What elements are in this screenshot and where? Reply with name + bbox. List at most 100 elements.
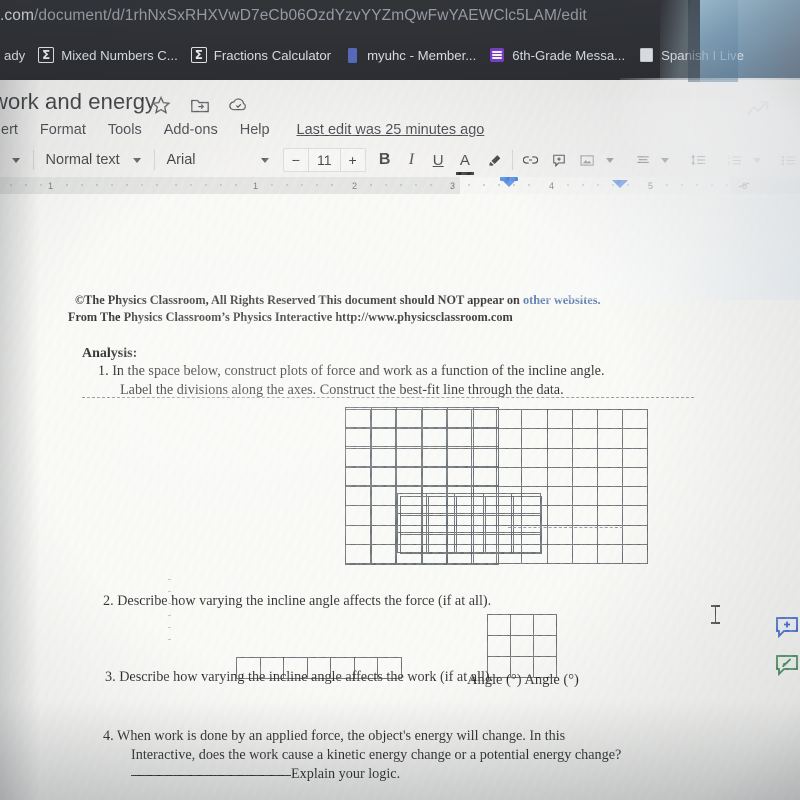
grid-cell[interactable]	[571, 408, 598, 430]
grid-cell[interactable]	[622, 524, 649, 546]
grid-cell[interactable]	[596, 408, 624, 430]
grid-cell[interactable]	[345, 426, 372, 448]
grid-cell[interactable]	[512, 495, 542, 517]
grid-cell[interactable]	[345, 446, 372, 467]
grid-cell[interactable]	[622, 486, 649, 507]
grid-cell[interactable]	[596, 524, 624, 546]
menu-format[interactable]: Format	[29, 120, 97, 140]
grid-cell[interactable]	[456, 495, 486, 517]
grid-cell[interactable]	[546, 408, 573, 430]
grid-cell[interactable]	[521, 408, 548, 430]
grid-cell[interactable]	[622, 447, 649, 468]
grid-cell[interactable]	[370, 544, 397, 565]
grid-cell[interactable]	[345, 485, 372, 506]
grid-cell[interactable]	[399, 515, 430, 536]
numbered-list-icon[interactable]: 12	[723, 146, 746, 174]
grid-cell[interactable]	[396, 465, 423, 487]
grid-cell[interactable]	[484, 534, 514, 555]
grid-cell[interactable]	[596, 447, 624, 468]
grid-cell[interactable]	[370, 426, 397, 448]
grid-cell[interactable]	[512, 515, 542, 536]
grid-cell[interactable]	[370, 465, 397, 487]
grid-cell[interactable]	[571, 524, 598, 546]
font-family-value[interactable]: Arial	[160, 152, 238, 168]
grid-cell[interactable]	[370, 485, 397, 506]
menu-addons[interactable]: Add-ons	[153, 120, 229, 140]
bold-button[interactable]: B	[374, 146, 396, 174]
bookmark-item[interactable]: Σ Mixed Numbers C...	[34, 42, 187, 68]
grid-cell[interactable]	[456, 534, 486, 555]
grid-cell[interactable]	[396, 426, 423, 448]
grid-cell[interactable]	[496, 466, 523, 488]
bookmark-item[interactable]: ady	[0, 42, 34, 68]
grid-cell[interactable]	[428, 534, 458, 555]
grid-cell[interactable]	[487, 635, 511, 657]
grid-cell[interactable]	[533, 614, 557, 636]
grid-cell[interactable]	[484, 495, 514, 517]
grid-cell[interactable]	[596, 505, 624, 526]
insert-image-icon[interactable]	[576, 146, 598, 174]
grid-cell[interactable]	[428, 495, 458, 517]
address-bar[interactable]: .com/document/d/1rhNxSxRHXVwD7eCb06OzdYz…	[0, 2, 800, 30]
italic-button[interactable]: I	[400, 146, 422, 174]
grid-cell[interactable]	[571, 505, 598, 526]
grid-cell[interactable]	[484, 515, 514, 536]
document-page[interactable]: ©The Physics Classroom, All Rights Reser…	[0, 194, 800, 800]
middle-overlap-grid-shifted[interactable]	[399, 495, 542, 555]
grid-cell[interactable]	[571, 466, 598, 488]
grid-cell[interactable]	[447, 446, 474, 467]
answer-blank[interactable]	[131, 774, 291, 776]
font-size-increase-button[interactable]: +	[341, 149, 365, 171]
grid-cell[interactable]	[510, 614, 534, 636]
grid-cell[interactable]	[496, 428, 523, 449]
bookmark-item[interactable]: Spanish I Live	[634, 42, 753, 68]
grid-cell[interactable]	[496, 447, 523, 468]
copyright-link[interactable]: other websites.	[523, 293, 601, 307]
grid-cell[interactable]	[370, 446, 397, 467]
paragraph-style-caret[interactable]	[126, 146, 148, 174]
grid-cell[interactable]	[546, 505, 573, 526]
grid-cell[interactable]	[428, 515, 458, 536]
grid-cell[interactable]	[421, 426, 448, 448]
align-icon[interactable]	[632, 146, 654, 174]
grid-cell[interactable]	[345, 544, 372, 565]
grid-cell[interactable]	[521, 466, 548, 488]
document-title[interactable]: work and energy	[0, 89, 156, 115]
grid-cell[interactable]	[596, 486, 624, 507]
grid-cell[interactable]	[512, 534, 542, 555]
grid-cell[interactable]	[521, 447, 548, 468]
font-size-stepper[interactable]: − 11 +	[282, 148, 366, 172]
line-spacing-icon[interactable]	[687, 146, 710, 174]
align-caret[interactable]	[654, 146, 676, 174]
menu-tools[interactable]: Tools	[97, 120, 153, 140]
toolbar-overflow-caret[interactable]	[5, 146, 27, 174]
grid-cell[interactable]	[622, 428, 649, 449]
grid-cell[interactable]	[546, 466, 573, 488]
grid-cell[interactable]	[510, 635, 534, 657]
grid-cell[interactable]	[496, 408, 523, 430]
grid-cell[interactable]	[345, 504, 372, 526]
highlight-icon[interactable]	[484, 146, 506, 174]
grid-cell[interactable]	[421, 465, 448, 487]
underline-button[interactable]: U	[427, 146, 449, 174]
font-size-decrease-button[interactable]: −	[284, 149, 308, 171]
grid-cell[interactable]	[421, 407, 448, 428]
grid-cell[interactable]	[396, 407, 423, 428]
grid-cell[interactable]	[546, 524, 573, 546]
grid-cell[interactable]	[345, 465, 372, 487]
cloud-saved-icon[interactable]	[228, 94, 250, 116]
grid-cell[interactable]	[622, 408, 649, 430]
grid-cell[interactable]	[596, 544, 624, 565]
numbered-list-caret[interactable]	[746, 146, 768, 174]
grid-cell[interactable]	[622, 505, 649, 526]
paragraph-style-value[interactable]: Normal text	[40, 152, 126, 168]
grid-cell[interactable]	[472, 446, 499, 467]
grid-cell[interactable]	[399, 534, 430, 555]
document-ruler[interactable]: 112 3456	[0, 177, 800, 194]
grid-cell[interactable]	[546, 428, 573, 449]
menu-insert[interactable]: ert	[0, 120, 29, 140]
grid-cell[interactable]	[596, 428, 624, 449]
grid-cell[interactable]	[447, 465, 474, 487]
grid-cell[interactable]	[447, 426, 474, 448]
grid-cell[interactable]	[421, 446, 448, 467]
